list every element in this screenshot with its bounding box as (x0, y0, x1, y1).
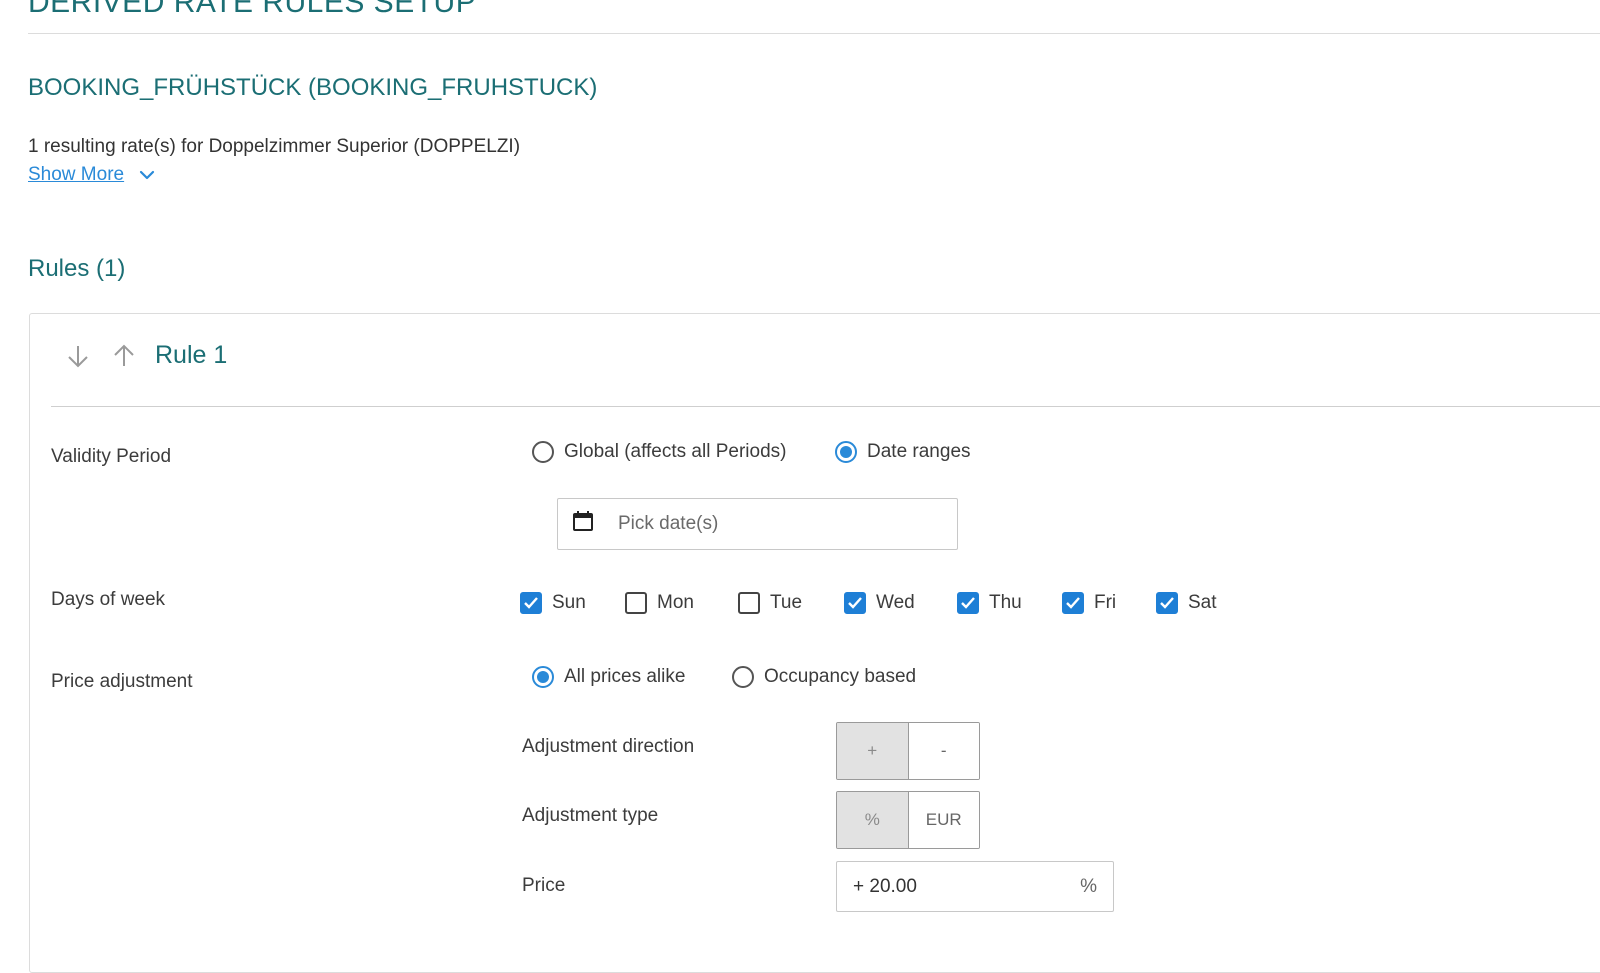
checkbox-thu[interactable] (957, 592, 979, 614)
checkmark-icon (848, 597, 862, 609)
arrow-down-icon (68, 346, 88, 368)
validity-date-ranges-radio[interactable]: Date ranges (835, 441, 971, 463)
price-label: Price (522, 875, 566, 896)
all-prices-alike-label: All prices alike (564, 666, 686, 687)
rate-code-heading: BOOKING_FRÜHSTÜCK (BOOKING_FRUHSTUCK) (28, 74, 598, 101)
day-label-mon: Mon (657, 592, 694, 613)
radio-global[interactable] (532, 441, 554, 463)
validity-date-ranges-label: Date ranges (867, 441, 971, 462)
day-checkbox-wed[interactable]: Wed (844, 592, 915, 614)
checkmark-icon (524, 597, 538, 609)
checkbox-fri[interactable] (1062, 592, 1084, 614)
day-checkbox-sun[interactable]: Sun (520, 592, 586, 614)
all-prices-alike-radio[interactable]: All prices alike (532, 666, 685, 688)
day-checkbox-thu[interactable]: Thu (957, 592, 1022, 614)
rule-title: Rule 1 (155, 341, 228, 369)
radio-all-prices-alike[interactable] (532, 666, 554, 688)
price-unit: % (1080, 875, 1097, 897)
day-label-thu: Thu (989, 592, 1022, 613)
validity-global-label: Global (affects all Periods) (564, 441, 787, 462)
day-checkbox-fri[interactable]: Fri (1062, 592, 1116, 614)
day-label-sat: Sat (1188, 592, 1217, 613)
price-value: + 20.00 (853, 875, 917, 897)
adjustment-direction-label: Adjustment direction (522, 736, 695, 757)
day-checkbox-tue[interactable]: Tue (738, 592, 802, 614)
day-label-fri: Fri (1094, 592, 1117, 613)
type-eur-button[interactable]: EUR (907, 792, 979, 848)
checkmark-icon (961, 597, 975, 609)
checkbox-sun[interactable] (520, 592, 542, 614)
validity-global-radio[interactable]: Global (affects all Periods) (532, 441, 786, 463)
occupancy-based-radio[interactable]: Occupancy based (732, 666, 916, 688)
price-input[interactable]: + 20.00 % (836, 861, 1114, 912)
resulting-rates-text: 1 resulting rate(s) for Doppelzimmer Sup… (28, 136, 521, 157)
direction-minus-button[interactable]: - (907, 723, 979, 779)
direction-plus-button[interactable]: + (837, 723, 908, 779)
title-divider (28, 33, 1600, 34)
day-checkbox-sat[interactable]: Sat (1156, 592, 1217, 614)
checkbox-wed[interactable] (844, 592, 866, 614)
arrow-up-icon (114, 344, 134, 366)
occupancy-based-label: Occupancy based (764, 666, 917, 687)
day-label-sun: Sun (552, 592, 586, 613)
show-more-link[interactable]: Show More (28, 164, 156, 186)
day-checkbox-mon[interactable]: Mon (625, 592, 694, 614)
show-more-label: Show More (28, 164, 125, 185)
chevron-down-icon (138, 166, 156, 184)
move-down-button[interactable] (64, 342, 92, 370)
radio-occupancy-based[interactable] (732, 666, 754, 688)
calendar-icon (572, 510, 594, 538)
adjustment-type-label: Adjustment type (522, 805, 659, 826)
date-input[interactable] (616, 512, 916, 536)
checkmark-icon (1066, 597, 1080, 609)
day-label-wed: Wed (876, 592, 915, 613)
checkbox-sat[interactable] (1156, 592, 1178, 614)
page-title: DERIVED RATE RULES SETUP (28, 0, 477, 19)
checkbox-tue[interactable] (738, 592, 760, 614)
adjustment-direction-toggle: + - (836, 722, 980, 780)
checkbox-mon[interactable] (625, 592, 647, 614)
days-of-week-label: Days of week (51, 589, 166, 610)
checkmark-icon (1160, 597, 1174, 609)
adjustment-type-toggle: % EUR (836, 791, 980, 849)
day-label-tue: Tue (770, 592, 803, 613)
rule-card (29, 313, 1600, 973)
rules-heading: Rules (1) (28, 255, 126, 282)
move-up-button[interactable] (110, 342, 138, 370)
rule-header-divider (51, 406, 1600, 407)
validity-period-label: Validity Period (51, 446, 172, 467)
radio-date-ranges[interactable] (835, 441, 857, 463)
type-percent-button[interactable]: % (837, 792, 908, 848)
price-adjustment-label: Price adjustment (51, 671, 193, 692)
date-picker-field[interactable] (557, 498, 958, 550)
